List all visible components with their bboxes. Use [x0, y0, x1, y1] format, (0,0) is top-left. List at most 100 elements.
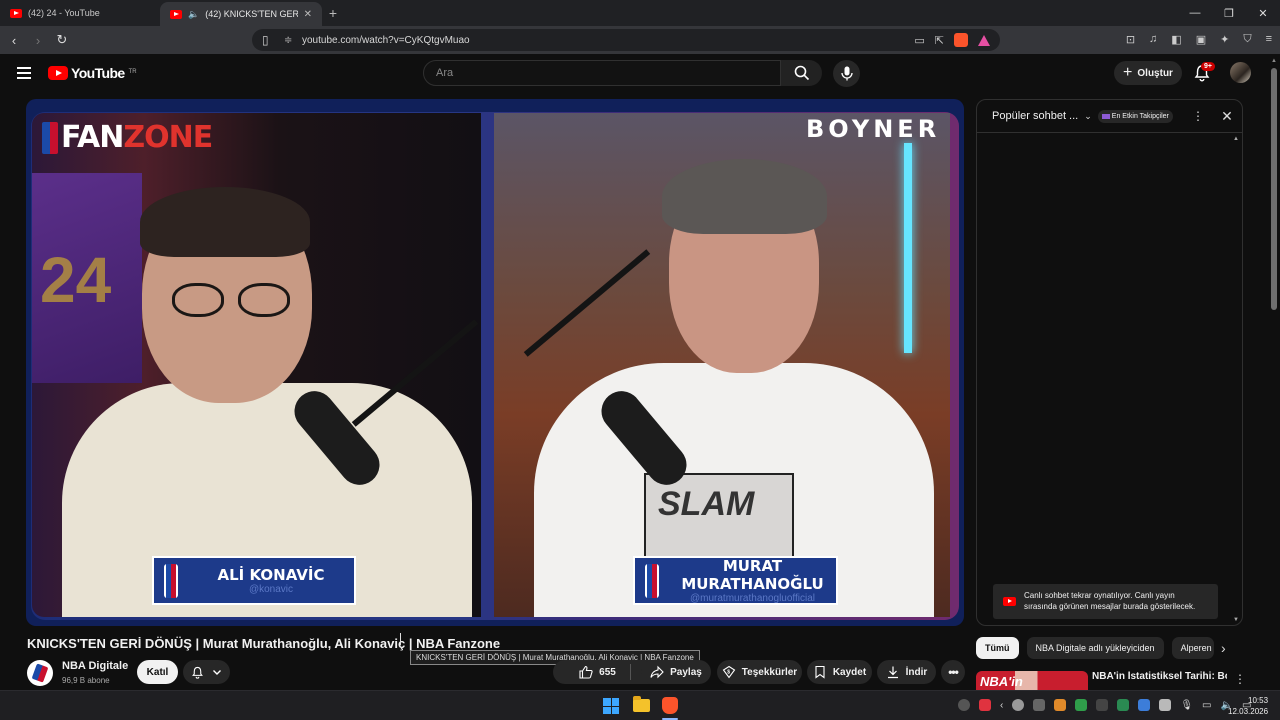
restore-icon[interactable]: ❐ — [1212, 0, 1246, 26]
video-player[interactable]: 24 SLAM FANZONE BOYNER ALİ KONAVİC @kona… — [26, 99, 964, 626]
share-page-icon[interactable]: ⇱ — [935, 34, 944, 47]
leo-ai-icon[interactable]: ✦ — [1220, 33, 1229, 46]
channel-avatar[interactable] — [27, 660, 53, 686]
chevron-right-icon[interactable]: › — [1221, 640, 1226, 656]
tray-app-icon[interactable] — [1012, 699, 1025, 711]
guest-left-handle: @konavic — [248, 584, 294, 595]
file-explorer-icon[interactable] — [633, 696, 650, 712]
media-icon[interactable]: ♫ — [1149, 33, 1157, 46]
voice-search-button[interactable] — [833, 60, 860, 87]
tray-app-icon[interactable] — [1138, 699, 1151, 711]
fanzone-zone: ZONE — [123, 120, 213, 155]
plus-icon: + — [1123, 64, 1133, 81]
back-icon[interactable]: ‹ — [4, 33, 24, 48]
chevron-left-icon[interactable]: ‹ — [1000, 700, 1003, 711]
guide-menu-icon[interactable] — [17, 64, 31, 82]
search-input[interactable] — [436, 67, 780, 79]
guest-left-hair — [140, 187, 310, 257]
window-controls: — ❐ ✕ — [1178, 0, 1280, 26]
page-scrollbar[interactable]: ▲ — [1268, 54, 1280, 690]
subscription-bell-button[interactable] — [183, 660, 230, 684]
subscriber-count: 96,9 B abone — [62, 676, 110, 685]
recommendation-more-icon[interactable]: ⋮ — [1234, 672, 1246, 686]
url-text: youtube.com/watch?v=CyKQtgvMuao — [302, 34, 470, 46]
sidebar-icon[interactable]: ◧ — [1171, 33, 1181, 46]
search-box — [423, 60, 781, 86]
clock-time: 10:53 — [1248, 696, 1269, 705]
brave-browser-icon[interactable] — [662, 697, 678, 714]
recommendation-thumbnail[interactable]: NBA'in — [976, 671, 1088, 691]
share-button[interactable]: Paylaş — [641, 660, 711, 684]
chat-more-icon[interactable]: ⋮ — [1190, 109, 1206, 123]
forward-icon[interactable]: › — [28, 33, 48, 48]
scrollbar-thumb[interactable] — [1271, 68, 1277, 310]
top-fans-badge[interactable]: En Etkin Takipçiler — [1097, 109, 1173, 123]
more-horizontal-icon: ••• — [948, 665, 959, 679]
mic-arm-right — [523, 249, 651, 357]
cast-icon[interactable]: ▭ — [914, 34, 924, 47]
new-tab-button[interactable]: + — [322, 0, 344, 26]
menu-icon[interactable]: ≡ — [1266, 33, 1272, 46]
tray-app-icon[interactable] — [1054, 699, 1067, 711]
scroll-down-arrow-icon[interactable]: ▼ — [1233, 617, 1239, 623]
scroll-up-arrow-icon[interactable]: ▲ — [1233, 136, 1239, 142]
close-tab-icon[interactable]: ✕ — [304, 9, 312, 20]
url-field[interactable]: ▯ ≑ youtube.com/watch?v=CyKQtgvMuao ▭ ⇱ — [252, 29, 1000, 51]
jersey-number: 24 — [40, 244, 112, 316]
tab-title: (42) KNICKS'TEN GERİ DÖNÜŞ — [205, 9, 298, 19]
chevron-down-icon[interactable]: ⌄ — [1084, 111, 1092, 122]
brave-rewards-icon[interactable] — [978, 34, 990, 46]
close-window-icon[interactable]: ✕ — [1246, 0, 1280, 26]
account-avatar[interactable] — [1230, 62, 1251, 83]
nameplate-left: ALİ KONAVİC @konavic — [152, 556, 356, 605]
tray-record-icon[interactable] — [979, 699, 991, 711]
search-icon — [794, 65, 809, 81]
chevron-down-icon — [213, 670, 221, 675]
reload-icon[interactable]: ↻ — [52, 32, 72, 48]
chip-from-uploader[interactable]: NBA Digitale adlı yükleyiciden — [1026, 637, 1164, 659]
thanks-button[interactable]: $ Teşekkürler — [717, 660, 802, 684]
glasses-shape — [172, 283, 302, 319]
site-settings-icon[interactable]: ≑ — [284, 35, 302, 46]
browser-tab[interactable]: (42) 24 - YouTube — [0, 0, 160, 26]
close-chat-icon[interactable]: ✕ — [1212, 108, 1242, 125]
scroll-up-arrow-icon[interactable]: ▲ — [1271, 58, 1277, 64]
wallet-icon[interactable]: ▣ — [1196, 33, 1206, 46]
tray-app-icon[interactable] — [1075, 699, 1088, 711]
channel-name[interactable]: NBA Digitale — [62, 660, 128, 672]
screenshot-icon[interactable]: ⊡ — [1126, 33, 1135, 46]
join-button[interactable]: Katıl — [137, 660, 178, 684]
top-fans-label: En Etkin Takipçiler — [1111, 112, 1169, 120]
tray-app-icon[interactable] — [1117, 699, 1130, 711]
tray-app-icon[interactable] — [1096, 699, 1109, 711]
youtube-logo[interactable]: YouTube TR — [48, 65, 137, 81]
network-icon[interactable]: ▭ — [1202, 700, 1211, 711]
video-left-panel: 24 — [32, 113, 481, 617]
taskbar-clock[interactable]: 10:53 12.03.2026 — [1228, 695, 1268, 717]
brave-shields-icon[interactable] — [954, 33, 968, 47]
guest-right-hair — [662, 159, 827, 234]
bookmark-save-icon — [815, 665, 825, 679]
windows-start-icon[interactable] — [603, 698, 619, 714]
chip-alperen[interactable]: Alperen — [1171, 637, 1214, 659]
browser-tab-active[interactable]: 🔈 (42) KNICKS'TEN GERİ DÖNÜŞ ✕ — [160, 2, 322, 26]
create-button[interactable]: + Oluştur — [1114, 61, 1182, 85]
save-button[interactable]: Kaydet — [807, 660, 872, 684]
clock-date: 12.03.2026 — [1228, 707, 1269, 717]
microphone-tray-icon[interactable]: 🎙 — [1180, 700, 1193, 711]
tray-app-icon[interactable] — [1159, 699, 1172, 711]
recommendation-title[interactable]: NBA'in İstatistiksel Tarihi: Box Score — [1092, 671, 1227, 682]
bookmark-icon[interactable]: ▯ — [262, 33, 284, 47]
chat-mode-dropdown[interactable]: Popüler sohbet ... — [992, 110, 1078, 122]
like-button[interactable]: 655 — [579, 665, 616, 679]
more-actions-button[interactable]: ••• — [941, 660, 965, 684]
video-right-panel: SLAM — [494, 113, 950, 617]
tray-app-icon[interactable] — [958, 699, 970, 711]
chat-header: Popüler sohbet ... ⌄ En Etkin Takipçiler… — [977, 100, 1242, 133]
search-button[interactable] — [781, 60, 822, 86]
tray-app-icon[interactable] — [1033, 699, 1046, 711]
minimize-icon[interactable]: — — [1178, 0, 1212, 26]
download-button[interactable]: İndir — [877, 660, 936, 684]
chip-all[interactable]: Tümü — [976, 637, 1019, 659]
vpn-icon[interactable]: ⛉ — [1243, 33, 1251, 46]
